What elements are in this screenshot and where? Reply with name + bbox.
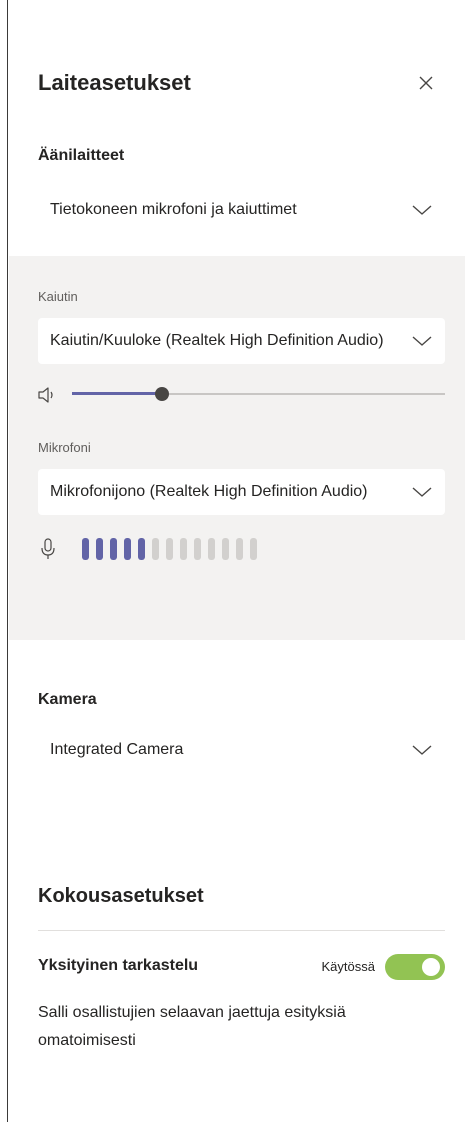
audio-device-dropdown[interactable]: Tietokoneen mikrofoni ja kaiuttimet xyxy=(38,187,445,233)
mic-level-bar xyxy=(96,538,103,560)
divider xyxy=(38,930,445,931)
mic-level-bar xyxy=(222,538,229,560)
slider-fill xyxy=(72,392,162,395)
chevron-down-icon xyxy=(411,483,433,501)
private-view-row: Yksityinen tarkastelu Käytössä xyxy=(38,954,445,980)
speaker-dropdown[interactable]: Kaiutin/Kuuloke (Realtek High Definition… xyxy=(38,318,445,364)
toggle-knob xyxy=(422,958,440,976)
speaker-device-value: Kaiutin/Kuuloke (Realtek High Definition… xyxy=(50,332,384,349)
private-view-description: Salli osallistujien selaavan jaettuja es… xyxy=(38,1004,346,1049)
microphone-dropdown[interactable]: Mikrofonijono (Realtek High Definition A… xyxy=(38,469,445,515)
speaker-icon xyxy=(38,386,58,404)
mic-level-bar xyxy=(124,538,131,560)
audio-devices-label: Äänilaitteet xyxy=(38,147,125,164)
meeting-settings-title: Kokousasetukset xyxy=(38,885,204,907)
chevron-down-icon xyxy=(411,332,433,350)
mic-level-bar xyxy=(166,538,173,560)
camera-label: Kamera xyxy=(38,691,97,708)
mic-level-bar xyxy=(208,538,215,560)
panel-header: Laiteasetukset xyxy=(38,67,438,99)
speaker-volume-slider[interactable] xyxy=(72,384,445,404)
chevron-down-icon xyxy=(411,741,433,759)
private-view-toggle[interactable] xyxy=(385,954,445,980)
microphone-icon xyxy=(40,538,56,560)
window-edge xyxy=(0,0,8,1122)
microphone-level-meter xyxy=(82,538,257,560)
mic-level-bar xyxy=(194,538,201,560)
mic-level-bar xyxy=(236,538,243,560)
private-view-state: Käytössä xyxy=(321,959,375,974)
slider-thumb[interactable] xyxy=(154,387,169,401)
mic-level-bar xyxy=(82,538,89,560)
mic-level-bar xyxy=(138,538,145,560)
camera-dropdown[interactable]: Integrated Camera xyxy=(38,727,445,773)
mic-level-bar xyxy=(152,538,159,560)
mic-level-bar xyxy=(180,538,187,560)
device-settings-panel: Laiteasetukset Äänilaitteet Tietokoneen … xyxy=(9,0,465,1122)
microphone-device-value: Mikrofonijono (Realtek High Definition A… xyxy=(50,483,368,500)
panel-title: Laiteasetukset xyxy=(38,70,191,95)
audio-device-value: Tietokoneen mikrofoni ja kaiuttimet xyxy=(50,201,297,218)
chevron-down-icon xyxy=(411,201,433,219)
mic-level-bar xyxy=(110,538,117,560)
mic-level-bar xyxy=(250,538,257,560)
microphone-label: Mikrofoni xyxy=(38,440,91,455)
camera-device-value: Integrated Camera xyxy=(50,741,184,758)
close-icon[interactable] xyxy=(414,71,438,95)
speaker-label: Kaiutin xyxy=(38,289,78,304)
private-view-label: Yksityinen tarkastelu xyxy=(38,957,199,974)
